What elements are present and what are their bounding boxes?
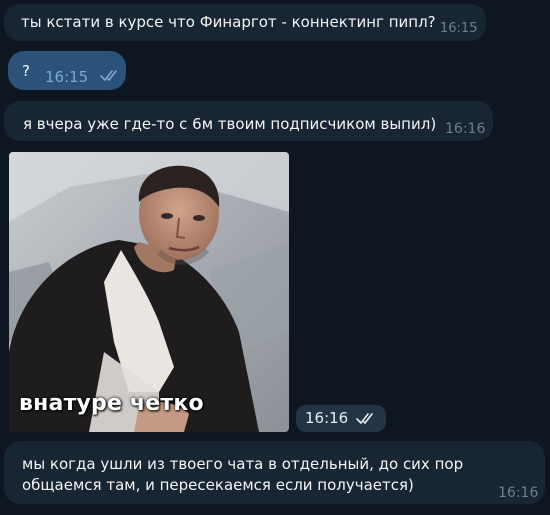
- message-bubble-outgoing[interactable]: ? 16:15: [8, 51, 126, 90]
- sticker-time-badge: 16:16: [296, 405, 386, 432]
- message-time: 16:15: [45, 68, 89, 86]
- message-text: ?: [22, 62, 30, 80]
- sticker-caption: внатуре четко: [19, 391, 204, 416]
- message-text: я вчера уже где-то с 6м твоим подписчико…: [23, 115, 437, 133]
- message-bubble-incoming[interactable]: ты кстати в курсе что Финаргот - коннект…: [4, 4, 486, 41]
- message-time: 16:16: [498, 485, 539, 501]
- message-time: 16:16: [305, 409, 349, 427]
- double-check-icon: [356, 413, 373, 424]
- message-bubble-incoming[interactable]: мы когда ушли из твоего чата в отдельный…: [4, 441, 545, 504]
- message-time: 16:16: [445, 121, 486, 137]
- double-check-icon: [100, 70, 117, 81]
- chat-history: ты кстати в курсе что Финаргот - коннект…: [0, 0, 550, 515]
- message-bubble-incoming[interactable]: я вчера уже где-то с 6м твоим подписчико…: [4, 101, 493, 141]
- message-time: 16:15: [440, 21, 478, 36]
- message-text: мы когда ушли из твоего чата в отдельный…: [22, 455, 464, 494]
- message-text: ты кстати в курсе что Финаргот - коннект…: [21, 13, 436, 31]
- sticker-image[interactable]: внатуре четко: [9, 152, 289, 432]
- sticker-photo: [9, 152, 289, 432]
